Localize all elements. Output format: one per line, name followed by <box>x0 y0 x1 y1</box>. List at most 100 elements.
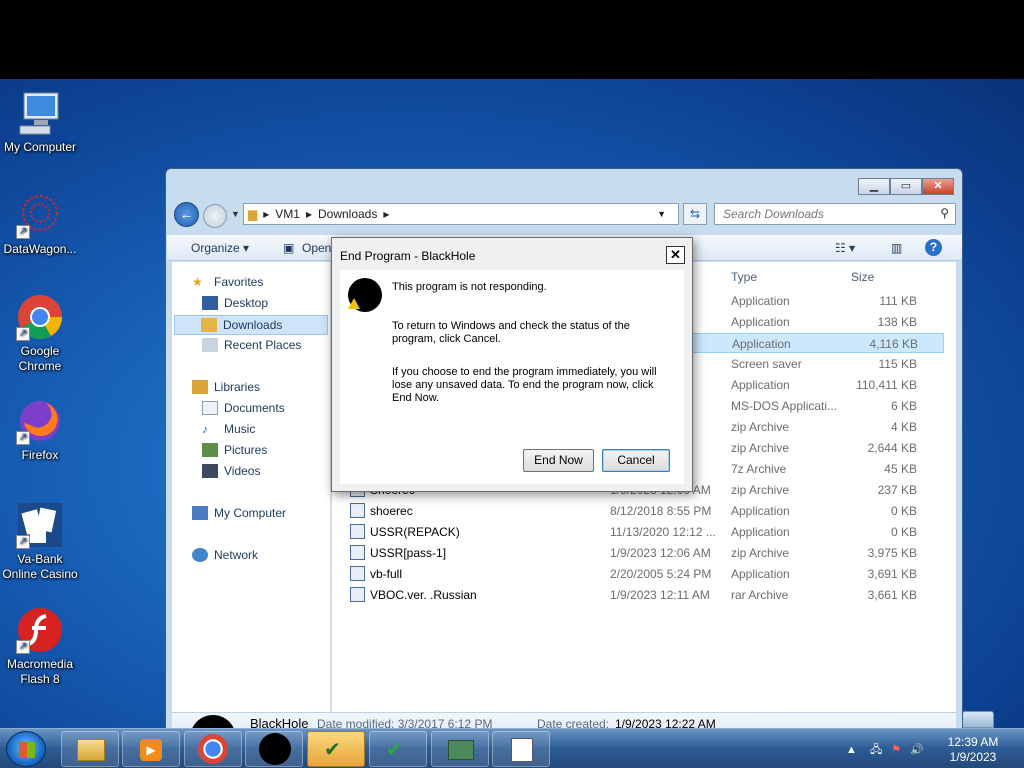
file-size: 4 KB <box>890 420 917 434</box>
volume-icon[interactable]: 🔊 <box>910 744 924 756</box>
organize-button[interactable]: Organize ▾ <box>191 241 249 255</box>
sidebar-item-desktop[interactable]: Desktop <box>202 296 268 310</box>
desktop-icon-label: My Computer <box>3 140 77 154</box>
file-row[interactable]: shoerec 8/12/2018 8:55 PM Application 0 KB <box>344 501 944 521</box>
address-dropdown-icon[interactable]: ▼ <box>657 209 666 219</box>
desktop-icon-label: Macromedia Flash 8 <box>6 657 74 686</box>
address-row: ← ▼ ▆ ▸ VM1 ▸ Downloads ▸ ▼ ⇆ Search Dow… <box>174 202 956 228</box>
sidebar-item-recent-places[interactable]: Recent Places <box>202 338 301 352</box>
address-bar[interactable]: ▆ ▸ VM1 ▸ Downloads ▸ ▼ <box>243 203 679 225</box>
file-type: Application <box>731 315 790 329</box>
desktop-icon-firefox[interactable]: ↗ Firefox <box>0 397 80 463</box>
cards-icon: ↗ <box>16 501 64 549</box>
taskbar-explorer[interactable] <box>61 731 119 767</box>
sidebar-item-downloads[interactable]: Downloads <box>174 315 328 335</box>
libraries-icon <box>192 380 208 394</box>
preview-pane-icon[interactable]: ▥ <box>891 241 902 255</box>
network-icon <box>192 548 208 562</box>
file-size: 110,411 KB <box>856 378 917 392</box>
taskbar-device-manager[interactable] <box>431 731 489 767</box>
sidebar-item-my-computer[interactable]: My Computer <box>192 506 286 520</box>
shortcut-arrow-icon: ↗ <box>16 327 30 341</box>
file-row[interactable]: vb-full 2/20/2005 5:24 PM Application 3,691… <box>344 564 944 584</box>
pictures-icon <box>202 443 218 457</box>
minimize-button[interactable]: ▁ <box>858 178 890 195</box>
desktop-icon-va-bank[interactable]: ↗ Va-Bank Online Casino <box>0 501 80 582</box>
desktop-icon-datawagon[interactable]: ↗ DataWagon... <box>0 191 80 257</box>
recent-pages-dropdown[interactable]: ▼ <box>231 209 240 219</box>
close-button[interactable]: ✕ <box>922 178 954 195</box>
action-center-icon[interactable]: ⚑ <box>891 744 901 756</box>
help-icon[interactable]: ? <box>925 239 942 256</box>
hardware-icon <box>448 740 474 760</box>
dialog-message-not-responding: This program is not responding. <box>392 281 547 293</box>
file-name: VBOC.ver. .Russian <box>370 588 477 602</box>
refresh-button[interactable]: ⇆ <box>683 203 707 225</box>
firefox-icon: ↗ <box>16 397 64 445</box>
file-row[interactable]: VBOC.ver. .Russian 1/9/2023 12:11 AM rar A… <box>344 585 944 605</box>
file-size: 115 KB <box>878 357 917 371</box>
file-size: 237 KB <box>877 483 917 497</box>
taskbar-program[interactable]: ✔ <box>369 731 427 767</box>
sidebar-item-label: Recent Places <box>224 338 302 352</box>
taskbar-document[interactable] <box>492 731 550 767</box>
back-button[interactable]: ← <box>174 202 199 227</box>
sidebar-item-label: Downloads <box>223 318 283 332</box>
computer-icon <box>192 506 208 520</box>
sidebar-item-pictures[interactable]: Pictures <box>202 443 267 457</box>
file-row[interactable]: USSR[pass-1] 1/9/2023 12:06 AM zip Archive… <box>344 543 944 563</box>
file-size: 3,975 KB <box>867 546 917 560</box>
desktop-icon-google-chrome[interactable]: ↗ Google Chrome <box>0 293 80 374</box>
taskbar-media-player[interactable]: ▶ <box>122 731 180 767</box>
file-type: zip Archive <box>731 546 790 560</box>
file-row[interactable]: USSR(REPACK) 11/13/2020 12:12 ... Applicat… <box>344 522 944 542</box>
open-button[interactable]: Open <box>302 241 331 255</box>
downloads-folder-icon <box>201 318 217 332</box>
dialog-title: End Program - BlackHole <box>332 238 692 270</box>
taskbar-chrome[interactable] <box>184 731 242 767</box>
folder-icon <box>77 739 105 761</box>
file-size: 138 KB <box>877 315 917 329</box>
breadcrumb-separator: ▸ <box>305 207 312 221</box>
cancel-button[interactable]: Cancel <box>602 449 670 472</box>
sidebar-item-documents[interactable]: Documents <box>202 401 285 415</box>
sidebar-item-favorites[interactable]: ★ Favorites <box>192 275 263 289</box>
taskbar-program-active[interactable]: ✔ <box>307 731 365 767</box>
sidebar-item-network[interactable]: Network <box>192 548 258 562</box>
sidebar-item-libraries[interactable]: Libraries <box>192 380 260 394</box>
flash-icon: ↗ <box>16 606 64 654</box>
desktop-icon-macromedia-flash[interactable]: ↗ Macromedia Flash 8 <box>0 606 80 687</box>
sidebar-item-music[interactable]: ♪ Music <box>202 422 255 436</box>
file-type: Application <box>732 337 791 351</box>
taskbar-blackhole[interactable] <box>245 731 303 767</box>
forward-button[interactable] <box>203 204 227 228</box>
file-date-modified: 1/9/2023 12:11 AM <box>610 588 710 602</box>
taskbar-clock[interactable]: 12:39 AM 1/9/2023 <box>936 735 1010 765</box>
desktop-icon-my-computer[interactable]: My Computer <box>0 89 80 155</box>
view-options-icon[interactable]: ☷ ▾ <box>835 241 855 255</box>
breadcrumb-vm1[interactable]: VM1 <box>275 207 300 221</box>
recycle-bin-icon[interactable] <box>962 711 994 728</box>
sidebar-item-videos[interactable]: Videos <box>202 464 260 478</box>
maximize-button[interactable]: ▭ <box>890 178 922 195</box>
network-tray-icon[interactable]: 🖧 <box>870 744 882 756</box>
file-type-icon <box>350 524 365 539</box>
open-icon: ▣ <box>283 241 295 255</box>
file-size: 3,691 KB <box>867 567 917 581</box>
column-header-type[interactable]: Type <box>731 270 757 284</box>
clock-time: 12:39 AM <box>947 735 999 749</box>
sidebar-item-label: Documents <box>224 401 285 415</box>
dialog-close-button[interactable]: ✕ <box>666 246 685 264</box>
dialog-message-cancel: To return to Windows and check the statu… <box>392 320 630 345</box>
chrome-icon: ↗ <box>16 293 64 341</box>
start-button[interactable] <box>6 731 46 767</box>
desktop-icon <box>202 296 218 310</box>
show-hidden-icons-icon[interactable]: ▲ <box>846 744 857 756</box>
file-size: 6 KB <box>890 399 917 413</box>
end-now-button[interactable]: End Now <box>523 449 594 472</box>
column-header-size[interactable]: Size <box>851 270 874 284</box>
file-type: rar Archive <box>731 588 789 602</box>
breadcrumb-downloads[interactable]: Downloads <box>318 207 377 221</box>
file-name: USSR[pass-1] <box>370 546 447 560</box>
search-input[interactable]: Search Downloads ⚲ <box>714 203 956 225</box>
